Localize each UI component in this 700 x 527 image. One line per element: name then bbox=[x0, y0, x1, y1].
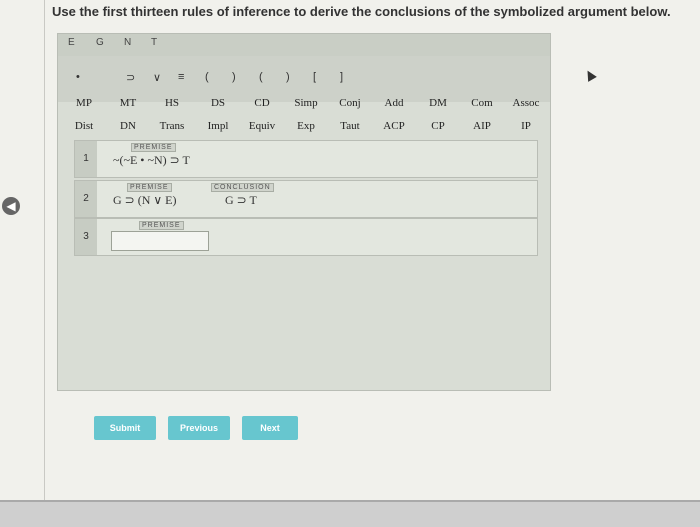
tab-g[interactable]: G bbox=[96, 37, 104, 48]
rule-simp[interactable]: Simp bbox=[284, 97, 328, 109]
conclusion-tag: CONCLUSION bbox=[211, 183, 274, 192]
symbol-triple-bar[interactable]: ≡ bbox=[178, 71, 184, 83]
rule-equiv[interactable]: Equiv bbox=[240, 120, 284, 132]
proof-line-2: 2 PREMISE G ⊃ (N ∨ E) CONCLUSION G ⊃ T bbox=[74, 180, 538, 218]
rules-row-1: MP MT HS DS CD Simp Conj Add DM Com Asso… bbox=[0, 95, 560, 115]
premise-input[interactable] bbox=[111, 231, 209, 251]
rule-ip[interactable]: IP bbox=[504, 120, 548, 132]
premise-formula: ~(~E • ~N) ⊃ T bbox=[113, 153, 190, 167]
rule-aip[interactable]: AIP bbox=[460, 120, 504, 132]
rule-com[interactable]: Com bbox=[460, 97, 504, 109]
rule-hs[interactable]: HS bbox=[150, 97, 194, 109]
rule-assoc[interactable]: Assoc bbox=[504, 97, 548, 109]
symbol-dot[interactable]: • bbox=[76, 71, 80, 83]
rule-dist[interactable]: Dist bbox=[62, 120, 106, 132]
mouse-cursor-icon bbox=[583, 68, 597, 82]
rule-impl[interactable]: Impl bbox=[196, 120, 240, 132]
rule-mp[interactable]: MP bbox=[62, 97, 106, 109]
tab-t[interactable]: T bbox=[151, 37, 157, 48]
symbol-horseshoe[interactable]: ⊃ bbox=[126, 71, 135, 84]
previous-button[interactable]: Previous bbox=[168, 416, 230, 440]
rule-mt[interactable]: MT bbox=[106, 97, 150, 109]
conclusion-formula: G ⊃ T bbox=[225, 193, 257, 207]
rule-cp[interactable]: CP bbox=[416, 120, 460, 132]
line-number: 2 bbox=[75, 181, 97, 217]
submit-button[interactable]: Submit bbox=[94, 416, 156, 440]
top-tab-bar: E G N T bbox=[58, 34, 550, 57]
tab-e[interactable]: E bbox=[68, 37, 75, 48]
premise-tag: PREMISE bbox=[139, 221, 184, 230]
symbol-bracket-open[interactable]: [ bbox=[313, 71, 316, 83]
next-button[interactable]: Next bbox=[242, 416, 298, 440]
rule-exp[interactable]: Exp bbox=[284, 120, 328, 132]
symbol-paren-open[interactable]: ( bbox=[205, 71, 209, 83]
line-number: 1 bbox=[75, 141, 97, 177]
back-arrow-icon[interactable]: ◀ bbox=[2, 197, 20, 215]
symbol-paren-close[interactable]: ) bbox=[232, 71, 236, 83]
premise-formula: G ⊃ (N ∨ E) bbox=[113, 193, 177, 207]
rule-acp[interactable]: ACP bbox=[372, 120, 416, 132]
tab-n[interactable]: N bbox=[124, 37, 131, 48]
premise-tag: PREMISE bbox=[127, 183, 172, 192]
rule-trans[interactable]: Trans bbox=[150, 120, 194, 132]
symbol-paren-close-2[interactable]: ) bbox=[286, 71, 290, 83]
question-text: Use the first thirteen rules of inferenc… bbox=[52, 4, 671, 19]
rule-dm[interactable]: DM bbox=[416, 97, 460, 109]
proof-line-3: 3 PREMISE bbox=[74, 218, 538, 256]
screen: ◀ Use the first thirteen rules of infere… bbox=[0, 0, 700, 500]
rule-taut[interactable]: Taut bbox=[328, 120, 372, 132]
rule-conj[interactable]: Conj bbox=[328, 97, 372, 109]
symbol-paren-open-2[interactable]: ( bbox=[259, 71, 263, 83]
premise-tag: PREMISE bbox=[131, 143, 176, 152]
rule-dn[interactable]: DN bbox=[106, 120, 150, 132]
symbol-bracket-close[interactable]: ] bbox=[340, 71, 343, 83]
rule-ds[interactable]: DS bbox=[196, 97, 240, 109]
symbol-wedge[interactable]: ∨ bbox=[153, 71, 161, 84]
proof-line-1: 1 PREMISE ~(~E • ~N) ⊃ T bbox=[74, 140, 538, 178]
line-number: 3 bbox=[75, 219, 97, 255]
left-rail: ◀ bbox=[0, 0, 45, 500]
monitor-bezel bbox=[0, 500, 700, 527]
rules-row-2: Dist DN Trans Impl Equiv Exp Taut ACP CP… bbox=[0, 118, 560, 138]
rule-add[interactable]: Add bbox=[372, 97, 416, 109]
rule-cd[interactable]: CD bbox=[240, 97, 284, 109]
